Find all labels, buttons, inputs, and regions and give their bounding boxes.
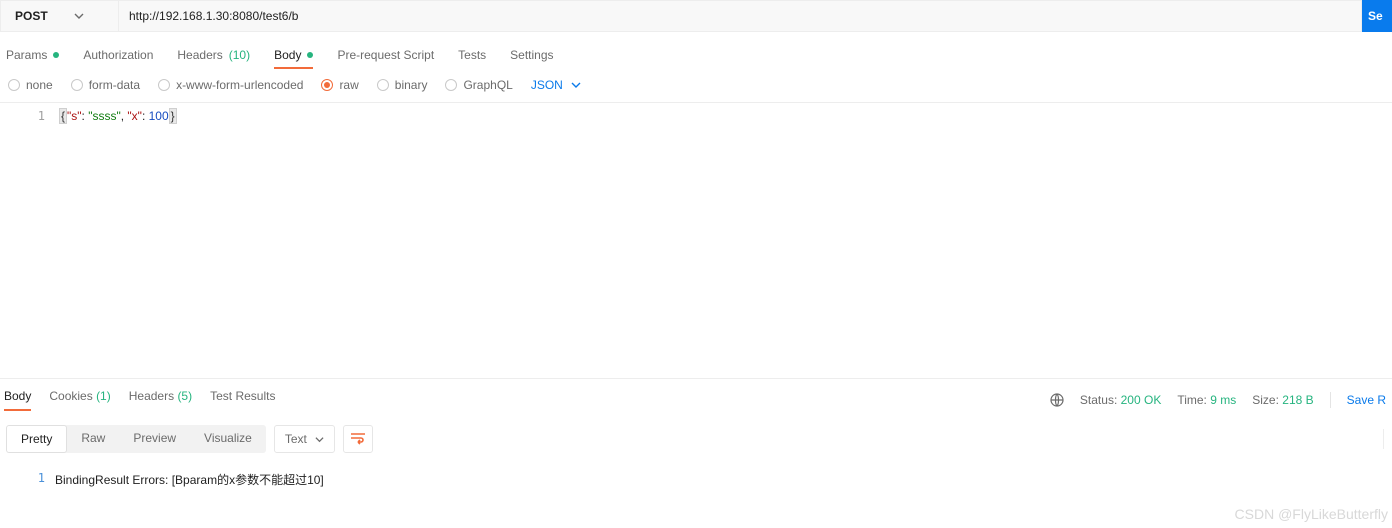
line-number: 1: [0, 103, 55, 378]
view-visualize[interactable]: Visualize: [190, 425, 266, 453]
globe-icon[interactable]: [1050, 393, 1064, 407]
save-response-button[interactable]: Save R: [1347, 393, 1386, 407]
view-pretty[interactable]: Pretty: [6, 425, 67, 453]
response-format-label: Text: [285, 432, 307, 446]
divider: [1330, 392, 1331, 408]
url-input[interactable]: [118, 0, 1362, 32]
http-method-select[interactable]: POST: [0, 0, 118, 32]
status-indicator: Status: 200 OK: [1080, 393, 1161, 407]
radio-raw[interactable]: raw: [321, 78, 358, 92]
response-tabs: Body Cookies (1) Headers (5) Test Result…: [4, 389, 275, 411]
chevron-down-icon: [315, 435, 324, 444]
resp-tab-test-results[interactable]: Test Results: [210, 389, 275, 411]
divider: [1383, 429, 1384, 449]
tab-headers[interactable]: Headers (10): [177, 48, 250, 68]
tab-tests-label: Tests: [458, 48, 486, 62]
tab-prereq-label: Pre-request Script: [337, 48, 434, 62]
radio-urlenc-label: x-www-form-urlencoded: [176, 78, 303, 92]
radio-binary[interactable]: binary: [377, 78, 428, 92]
response-format-select[interactable]: Text: [274, 425, 335, 453]
request-tabs: Params Authorization Headers (10) Body P…: [0, 32, 1392, 78]
tab-settings-label: Settings: [510, 48, 553, 62]
watermark: CSDN @FlyLikeButterfly: [1235, 506, 1388, 522]
resp-tab-cookies[interactable]: Cookies (1): [49, 389, 110, 411]
resp-tab-body[interactable]: Body: [4, 389, 31, 411]
active-dot-icon: [53, 52, 59, 58]
resp-line-number: 1: [0, 465, 55, 488]
tab-settings[interactable]: Settings: [510, 48, 553, 68]
active-dot-icon: [307, 52, 313, 58]
tab-body-label: Body: [274, 48, 301, 62]
raw-language-label: JSON: [531, 78, 563, 92]
view-raw[interactable]: Raw: [67, 425, 119, 453]
radio-binary-label: binary: [395, 78, 428, 92]
chevron-down-icon: [74, 11, 84, 21]
radio-form-data[interactable]: form-data: [71, 78, 140, 92]
request-body-editor[interactable]: 1 {"s": "ssss", "x": 100}: [0, 103, 1392, 379]
response-toolbar: Pretty Raw Preview Visualize Text: [0, 417, 1392, 459]
body-type-selector: none form-data x-www-form-urlencoded raw…: [0, 78, 1392, 103]
time-indicator: Time: 9 ms: [1177, 393, 1236, 407]
radio-graphql-label: GraphQL: [463, 78, 512, 92]
radio-graphql[interactable]: GraphQL: [445, 78, 512, 92]
resp-text[interactable]: BindingResult Errors: [Bparam的x参数不能超过10]: [55, 465, 1392, 488]
send-button[interactable]: Se: [1362, 0, 1392, 32]
tab-params-label: Params: [6, 48, 47, 62]
tab-prerequest-script[interactable]: Pre-request Script: [337, 48, 434, 68]
radio-formdata-label: form-data: [89, 78, 140, 92]
http-method-value: POST: [15, 9, 48, 23]
wrap-icon: [350, 431, 366, 448]
code-content[interactable]: {"s": "ssss", "x": 100}: [55, 103, 1392, 378]
view-mode-segment: Pretty Raw Preview Visualize: [6, 425, 266, 453]
response-header: Body Cookies (1) Headers (5) Test Result…: [0, 379, 1392, 417]
radio-none[interactable]: none: [8, 78, 53, 92]
tab-headers-count: (10): [229, 48, 250, 62]
size-indicator: Size: 218 B: [1252, 393, 1313, 407]
tab-authorization[interactable]: Authorization: [83, 48, 153, 68]
chevron-down-icon: [571, 80, 581, 90]
radio-none-label: none: [26, 78, 53, 92]
wrap-lines-button[interactable]: [343, 425, 373, 453]
tab-auth-label: Authorization: [83, 48, 153, 62]
tab-tests[interactable]: Tests: [458, 48, 486, 68]
resp-tab-headers[interactable]: Headers (5): [129, 389, 192, 411]
response-body: 1 BindingResult Errors: [Bparam的x参数不能超过1…: [0, 459, 1392, 488]
tab-params[interactable]: Params: [6, 48, 59, 68]
radio-raw-label: raw: [339, 78, 358, 92]
tab-headers-label: Headers: [177, 48, 222, 62]
raw-language-select[interactable]: JSON: [531, 78, 581, 92]
view-preview[interactable]: Preview: [119, 425, 190, 453]
tab-body[interactable]: Body: [274, 48, 313, 68]
radio-urlencoded[interactable]: x-www-form-urlencoded: [158, 78, 303, 92]
